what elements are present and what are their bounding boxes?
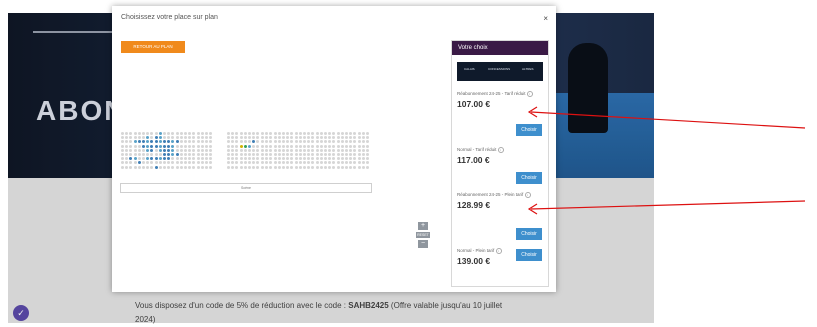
annotation-arrow	[527, 200, 806, 215]
annotation-arrow	[527, 106, 806, 129]
annotation-arrows	[527, 106, 806, 215]
